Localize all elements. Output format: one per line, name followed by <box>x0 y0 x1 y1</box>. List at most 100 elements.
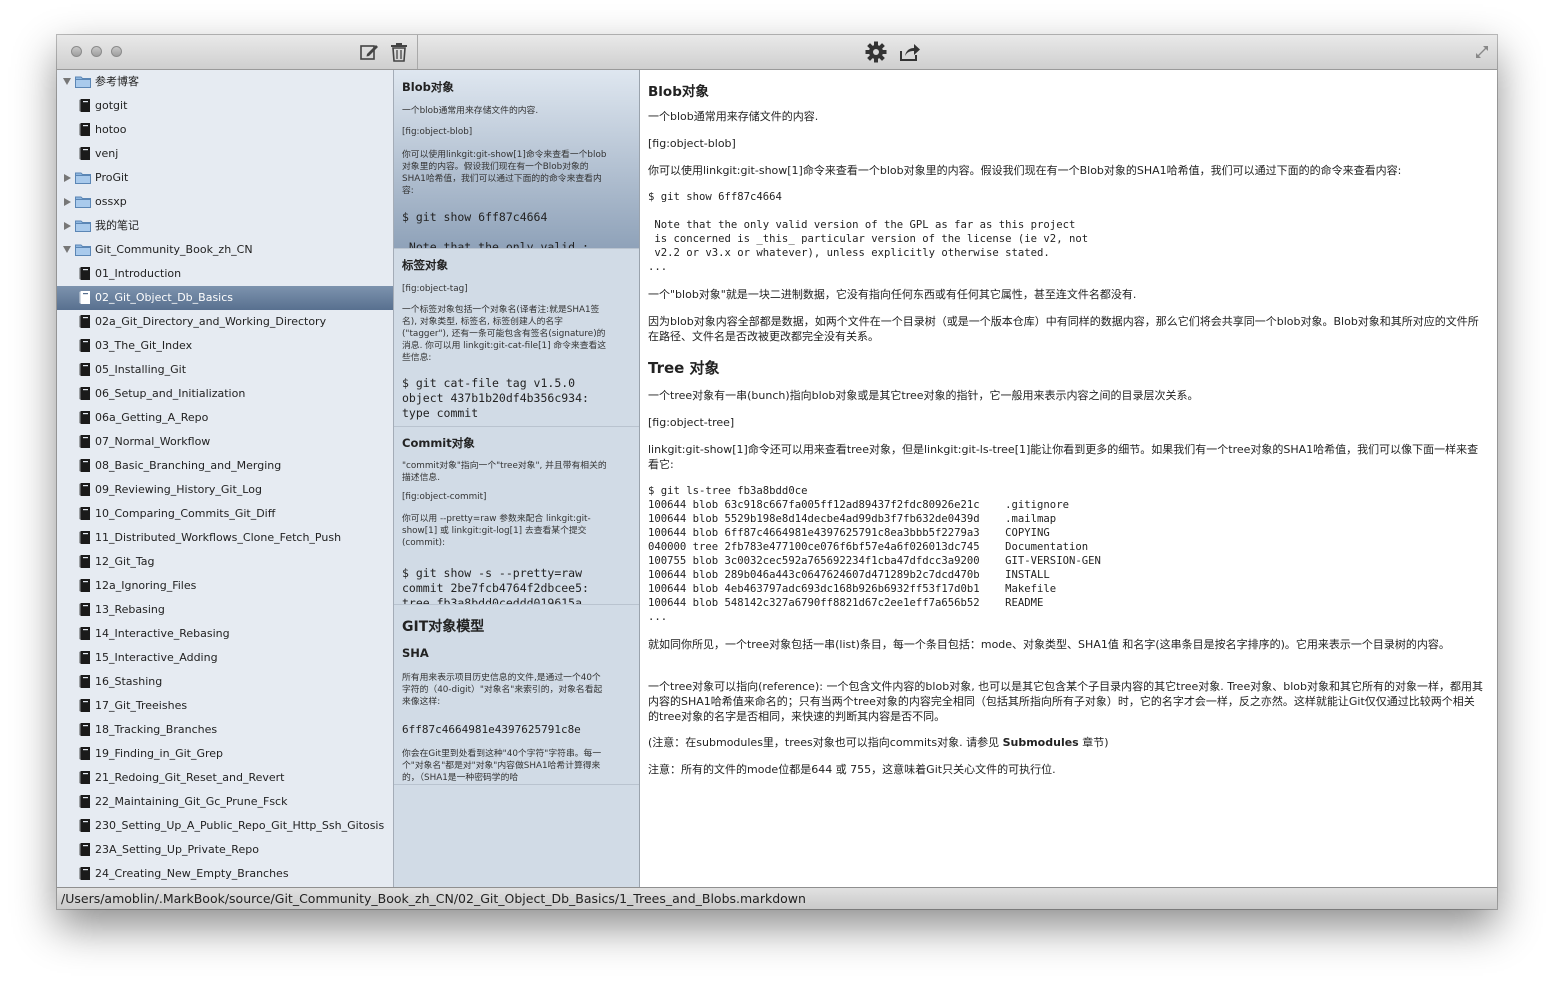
minimize-window-button[interactable] <box>91 46 102 57</box>
sidebar-item-label: 12_Git_Tag <box>95 555 155 568</box>
delete-button[interactable] <box>389 42 409 62</box>
preview-text: 一个blob通常用来存储文件的内容. <box>402 106 539 116</box>
paragraph: 一个"blob对象"就是一块二进制数据，它没有指向任何东西或有任何其它属性，甚至… <box>648 288 1137 301</box>
sidebar-item[interactable]: ossxp <box>57 190 393 214</box>
sidebar-item[interactable]: 17_Git_Treeishes <box>57 694 393 718</box>
share-button[interactable] <box>898 42 922 62</box>
preview-card[interactable]: Commit对象 "commit对象"指向一个"tree对象", 并且带有相关的… <box>394 426 639 605</box>
paragraph: [fig:object-tree] <box>648 416 735 429</box>
sidebar-item[interactable]: 230_Setting_Up_A_Public_Repo_Git_Http_Ss… <box>57 814 393 838</box>
document-icon <box>79 555 90 568</box>
status-bar: /Users/amoblin/.MarkBook/source/Git_Comm… <box>57 887 1497 909</box>
sidebar-item[interactable]: 12_Git_Tag <box>57 550 393 574</box>
preview-card[interactable]: 标签对象 [fig:object-tag] 一个标签对象包括一个对象名(译者注:… <box>394 248 639 427</box>
folder-icon <box>75 244 91 256</box>
fullscreen-button[interactable] <box>1474 42 1490 62</box>
paragraph: (注意：在submodules里，trees对象也可以指向commits对象. … <box>648 735 1483 750</box>
preview-title: Blob对象 <box>402 80 454 94</box>
sidebar-item[interactable]: gotgit <box>57 94 393 118</box>
paragraph: 一个tree对象有一串(bunch)指向blob对象或是其它tree对象的指针，… <box>648 389 1199 402</box>
document-icon <box>79 291 90 304</box>
sidebar-item-label: hotoo <box>95 123 127 136</box>
heading-blob: Blob对象 <box>648 84 709 100</box>
sidebar-item[interactable]: Git_Community_Book_zh_CN <box>57 238 393 262</box>
sidebar-item-label: 15_Interactive_Adding <box>95 651 218 664</box>
sidebar-item-label: 07_Normal_Workflow <box>95 435 211 448</box>
sidebar-item[interactable]: 我的笔记 <box>57 214 393 238</box>
sidebar-item[interactable]: 16_Stashing <box>57 670 393 694</box>
sidebar-item[interactable]: 13_Rebasing <box>57 598 393 622</box>
disclosure-open-icon[interactable] <box>63 78 71 85</box>
settings-button[interactable] <box>864 41 888 63</box>
sidebar-item-label: venj <box>95 147 119 160</box>
sidebar-item[interactable]: 24_Creating_New_Empty_Branches <box>57 862 393 886</box>
sidebar-item[interactable]: 07_Normal_Workflow <box>57 430 393 454</box>
document-icon <box>79 627 90 640</box>
sidebar-item[interactable]: venj <box>57 142 393 166</box>
heading-tree: Tree 对象 <box>648 359 720 377</box>
sidebar-item-label: 14_Interactive_Rebasing <box>95 627 230 640</box>
sidebar-item[interactable]: 06a_Getting_A_Repo <box>57 406 393 430</box>
sidebar-item[interactable]: 参考博客 <box>57 70 393 94</box>
sidebar-item[interactable]: hotoo <box>57 118 393 142</box>
sidebar-item[interactable]: 23A_Setting_Up_Private_Repo <box>57 838 393 862</box>
paragraph: 注意：所有的文件的mode位都是644 或 755，这意味着Git只关心文件的可… <box>648 763 1056 776</box>
zoom-window-button[interactable] <box>111 46 122 57</box>
sidebar-item[interactable]: 06_Setup_and_Initialization <box>57 382 393 406</box>
note-text: (注意：在submodules里，trees对象也可以指向commits对象. … <box>648 736 1003 749</box>
new-note-icon <box>360 45 378 60</box>
sidebar-item[interactable]: 21_Redoing_Git_Reset_and_Revert <box>57 766 393 790</box>
document-icon <box>79 795 90 808</box>
document-icon <box>79 267 90 280</box>
paragraph: 你可以使用linkgit:git-show[1]命令来查看一个blob对象里的内… <box>648 164 1402 177</box>
close-window-button[interactable] <box>71 46 82 57</box>
file-tree-sidebar: 参考博客 gotgit hotoo venj ProGit ossxp 我的笔记 Git_Co… <box>57 70 394 887</box>
sidebar-item[interactable]: 02_Git_Object_Db_Basics <box>57 286 393 310</box>
submodules-link[interactable]: Submodules <box>1003 736 1079 749</box>
paragraph: 因为blob对象内容全部都是数据，如两个文件在一个目录树（或是一个版本仓库）中有… <box>648 315 1479 343</box>
sidebar-item[interactable]: ProGit <box>57 166 393 190</box>
disclosure-closed-icon[interactable] <box>64 198 71 206</box>
document-icon <box>79 819 90 832</box>
preview-card[interactable]: Blob对象 一个blob通常用来存储文件的内容. [fig:object-bl… <box>394 70 639 249</box>
sidebar-item-label: 02_Git_Object_Db_Basics <box>95 291 234 304</box>
sidebar-item[interactable]: 10_Comparing_Commits_Git_Diff <box>57 502 393 526</box>
toolbar-left <box>57 35 418 69</box>
sidebar-item-label: 01_Introduction <box>95 267 182 280</box>
disclosure-open-icon[interactable] <box>63 246 71 253</box>
sidebar-item[interactable]: 08_Basic_Branching_and_Merging <box>57 454 393 478</box>
sidebar-item[interactable]: 01_Introduction <box>57 262 393 286</box>
sidebar-item[interactable]: 05_Installing_Git <box>57 358 393 382</box>
sidebar-item[interactable]: 14_Interactive_Rebasing <box>57 622 393 646</box>
share-icon <box>900 44 920 61</box>
disclosure-closed-icon[interactable] <box>64 222 71 230</box>
sidebar-item[interactable]: 15_Interactive_Adding <box>57 646 393 670</box>
sidebar-item[interactable]: 12a_Ignoring_Files <box>57 574 393 598</box>
markdown-preview: Blob对象 一个blob通常用来存储文件的内容. [fig:object-bl… <box>640 70 1497 887</box>
sidebar-item[interactable]: 22_Maintaining_Git_Gc_Prune_Fsck <box>57 790 393 814</box>
document-icon <box>79 747 90 760</box>
sidebar-item-label: ossxp <box>95 195 127 208</box>
sidebar-item[interactable]: 02a_Git_Directory_and_Working_Directory <box>57 310 393 334</box>
sidebar-item-label: 10_Comparing_Commits_Git_Diff <box>95 507 276 520</box>
sidebar-item-label: 12a_Ignoring_Files <box>95 579 197 592</box>
preview-text: [fig:object-tag] <box>402 284 468 294</box>
new-note-button[interactable] <box>358 42 380 62</box>
preview-card[interactable]: GIT对象模型 SHA 所有用来表示项目历史信息的文件,是通过一个40个字符的（… <box>394 604 639 785</box>
sidebar-item-label: ProGit <box>95 171 129 184</box>
document-icon <box>79 483 90 496</box>
sidebar-item[interactable]: 18_Tracking_Branches <box>57 718 393 742</box>
sidebar-item[interactable]: 03_The_Git_Index <box>57 334 393 358</box>
sidebar-item[interactable]: 19_Finding_in_Git_Grep <box>57 742 393 766</box>
document-icon <box>79 411 90 424</box>
code-block: $ git ls-tree fb3a8bdd0ce 100644 blob 63… <box>648 485 1101 623</box>
sidebar-item-label: 16_Stashing <box>95 675 163 688</box>
document-icon <box>79 531 90 544</box>
toolbar <box>57 35 1497 70</box>
sidebar-item[interactable]: 11_Distributed_Workflows_Clone_Fetch_Pus… <box>57 526 393 550</box>
paragraph: 一个blob通常用来存储文件的内容. <box>648 110 819 123</box>
preview-text: [fig:object-commit] <box>402 492 487 502</box>
preview-text: 你会在Git里到处看到这种"40个字符"字符串。每一个"对象名"都是对"对象"内… <box>402 749 602 783</box>
disclosure-closed-icon[interactable] <box>64 174 71 182</box>
sidebar-item[interactable]: 09_Reviewing_History_Git_Log <box>57 478 393 502</box>
